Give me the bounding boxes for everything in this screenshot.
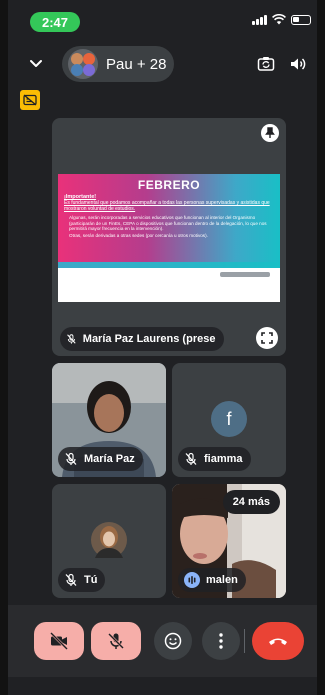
- slide-logo: [220, 272, 270, 277]
- slide-intro: Es fundamental que podamos acompañar a t…: [64, 200, 270, 212]
- participant-tile[interactable]: f fiamma: [172, 363, 286, 477]
- wifi-icon: [272, 14, 286, 25]
- chevron-down-icon[interactable]: [26, 54, 46, 74]
- captions-off-icon: [23, 94, 37, 106]
- call-controls: [8, 605, 317, 677]
- presenter-name: María Paz Laurens (presentando): [82, 333, 216, 345]
- camera-toggle-button[interactable]: [34, 622, 84, 660]
- participant-name-pill: Tú: [58, 568, 106, 592]
- camera-off-icon: [50, 632, 68, 650]
- audio-active-icon: [184, 572, 200, 588]
- shared-slide: FEBRERO ¡Importante! Es fundamental que …: [58, 174, 280, 302]
- participant-tile[interactable]: María Paz: [52, 363, 166, 477]
- more-vertical-icon: [219, 633, 223, 649]
- emoji-icon: [164, 632, 182, 650]
- call-title: Pau + 28: [106, 55, 167, 73]
- mic-off-icon: [185, 452, 197, 465]
- participant-name: Tú: [84, 574, 98, 586]
- self-tile[interactable]: Tú: [52, 484, 166, 598]
- status-time: 2:47: [30, 12, 80, 32]
- participant-name-pill: fiamma: [178, 447, 251, 471]
- status-icons: [252, 14, 311, 25]
- meet-screen: 2:47 Pau + 28 FEBRERO ¡Importante! Es fu…: [8, 0, 317, 695]
- participant-name: fiamma: [204, 453, 243, 465]
- more-participants-badge[interactable]: 24 más: [222, 490, 280, 514]
- slide-title: FEBRERO: [137, 178, 201, 192]
- participant-name-pill: María Paz: [58, 447, 143, 471]
- mic-off-icon: [108, 633, 124, 649]
- pin-icon[interactable]: [261, 124, 279, 142]
- participant-name: malen: [206, 574, 238, 586]
- fullscreen-icon: [261, 332, 273, 344]
- mic-toggle-button[interactable]: [91, 622, 141, 660]
- battery-icon: [291, 14, 311, 25]
- call-header: Pau + 28: [8, 46, 317, 82]
- participant-tile[interactable]: 24 más malen: [172, 484, 286, 598]
- slide-bullet: Algunas, serán incorporadas a servicios …: [69, 215, 267, 232]
- switch-camera-icon[interactable]: [256, 54, 276, 74]
- self-avatar: [91, 522, 127, 558]
- slide-bullet: Otras, serán derivadas a otras sedes (po…: [69, 232, 208, 238]
- mic-off-icon: [65, 573, 77, 586]
- controls-divider: [244, 629, 245, 653]
- call-info-button[interactable]: Pau + 28: [62, 46, 174, 82]
- speaker-icon[interactable]: [288, 54, 308, 74]
- captions-off-badge[interactable]: [20, 90, 40, 110]
- reactions-button[interactable]: [154, 622, 192, 660]
- hang-up-icon: [269, 638, 287, 645]
- end-call-button[interactable]: [252, 622, 304, 660]
- participants-avatar-group: [68, 49, 98, 79]
- fullscreen-button[interactable]: [256, 327, 278, 349]
- mic-off-icon: [67, 334, 76, 344]
- more-options-button[interactable]: [202, 622, 240, 660]
- signal-icon: [252, 14, 267, 25]
- participant-name-pill: malen: [178, 568, 246, 592]
- participant-name: María Paz: [84, 453, 135, 465]
- mic-off-icon: [65, 452, 77, 465]
- presentation-tile[interactable]: FEBRERO ¡Importante! Es fundamental que …: [52, 118, 286, 356]
- presenter-name-pill: María Paz Laurens (presentando): [60, 327, 224, 351]
- status-bar: 2:47: [8, 10, 317, 34]
- participant-avatar: f: [211, 401, 247, 437]
